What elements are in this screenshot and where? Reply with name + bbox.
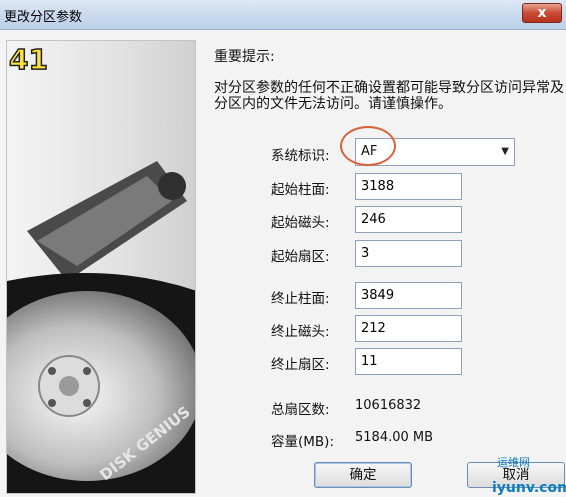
version-badge-text: 41 xyxy=(9,43,48,76)
hard-disk-graphic: DISK GENIUS xyxy=(7,161,195,493)
start-sector-input[interactable]: 3 xyxy=(355,240,462,267)
close-icon: x xyxy=(537,5,547,21)
end-cylinder-label: 终止柱面: xyxy=(271,291,330,307)
dialog-body: DISK GENIUS 41 重要提示: 对分区参数的任何不正确设置都可能导致分… xyxy=(0,30,566,497)
highlight-circle xyxy=(340,126,396,166)
total-sectors-value: 10616832 xyxy=(355,398,422,413)
end-sector-input[interactable]: 11 xyxy=(355,348,462,375)
version-badge: 41 xyxy=(8,42,48,77)
start-cylinder-input[interactable]: 3188 xyxy=(355,173,462,200)
capacity-value: 5184.00 MB xyxy=(355,430,434,445)
window-title: 更改分区参数 xyxy=(4,10,83,25)
title-bar: 更改分区参数 x xyxy=(0,0,566,30)
end-cylinder-input[interactable]: 3849 xyxy=(355,282,462,309)
capacity-label: 容量(MB): xyxy=(271,434,334,450)
end-head-label: 终止磁头: xyxy=(271,324,330,340)
watermark-url: iyunv.com xyxy=(492,480,566,496)
notice-text: 对分区参数的任何不正确设置都可能导致分区访问异常及分区内的文件无法访问。请谨慎操… xyxy=(214,80,564,112)
total-sectors-label: 总扇区数: xyxy=(271,402,330,418)
system-id-label: 系统标识: xyxy=(271,148,330,164)
watermark-text: 运维网 xyxy=(497,456,530,469)
start-sector-label: 起始扇区: xyxy=(271,249,330,265)
end-head-input[interactable]: 212 xyxy=(355,315,462,342)
end-sector-label: 终止扇区: xyxy=(271,357,330,373)
disk-illustration: DISK GENIUS 41 xyxy=(6,40,196,494)
start-cylinder-label: 起始柱面: xyxy=(271,182,330,198)
notice-title: 重要提示: xyxy=(214,49,275,65)
start-head-input[interactable]: 246 xyxy=(355,206,462,233)
chevron-down-icon: ▼ xyxy=(501,146,509,157)
close-button[interactable]: x xyxy=(522,3,562,23)
start-head-label: 起始磁头: xyxy=(271,215,330,231)
ok-button[interactable]: 确定 xyxy=(314,462,412,488)
